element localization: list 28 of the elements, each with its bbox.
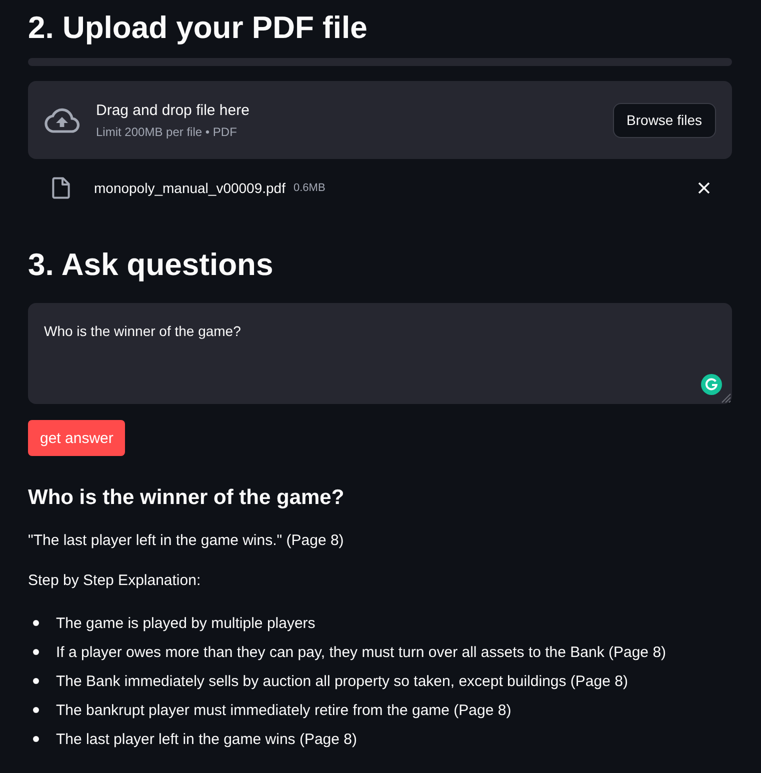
section-heading: 2. Upload your PDF file bbox=[28, 9, 368, 47]
bullet-icon bbox=[33, 736, 39, 742]
dropzone-hint: Limit 200MB per file • PDF bbox=[96, 124, 237, 138]
section-heading: 3. Ask questions bbox=[28, 246, 274, 284]
explanation-step: The game is played by multiple players bbox=[56, 614, 316, 632]
bullet-icon bbox=[33, 649, 39, 655]
circle-badge-icon[interactable] bbox=[701, 374, 722, 395]
close-button[interactable] bbox=[696, 180, 712, 196]
bullet-icon bbox=[33, 707, 39, 713]
dropzone-title: Drag and drop file here bbox=[96, 102, 250, 118]
file-icon bbox=[52, 177, 70, 199]
close-icon bbox=[698, 182, 710, 194]
explanation-step: If a player owes more than they can pay, they must turn over all assets to the Bank (Page 8) bbox=[56, 644, 666, 660]
file-size: 0.6MB bbox=[293, 182, 326, 194]
explanation-step: The bankrupt player must immediately retire from the game (Page 8) bbox=[56, 702, 512, 718]
bullet-icon bbox=[33, 678, 39, 684]
answer-heading: Who is the winner of the game? bbox=[28, 485, 344, 511]
resize-handle-icon[interactable] bbox=[721, 393, 731, 403]
explanation-intro: Step by Step Explanation: bbox=[28, 571, 201, 591]
file-name: monopoly_manual_v00009.pdf bbox=[94, 180, 286, 196]
file-dropzone[interactable]: Drag and drop file here Limit 200MB per file • PDF Browse files bbox=[28, 81, 732, 159]
question-field[interactable]: Who is the winner of the game? bbox=[28, 303, 732, 404]
explanation-step: The Bank immediately sells by auction all property so taken, except buildings (Page 8) bbox=[56, 672, 628, 690]
cloud-upload-icon bbox=[44, 106, 80, 134]
browse-files-button[interactable]: Browse files bbox=[612, 102, 716, 138]
answer-quote: "The last player left in the game wins." (Page 8) bbox=[28, 531, 344, 551]
bullet-icon bbox=[33, 620, 39, 626]
explanation-step: The last player left in the game wins (Page 8) bbox=[56, 730, 357, 748]
